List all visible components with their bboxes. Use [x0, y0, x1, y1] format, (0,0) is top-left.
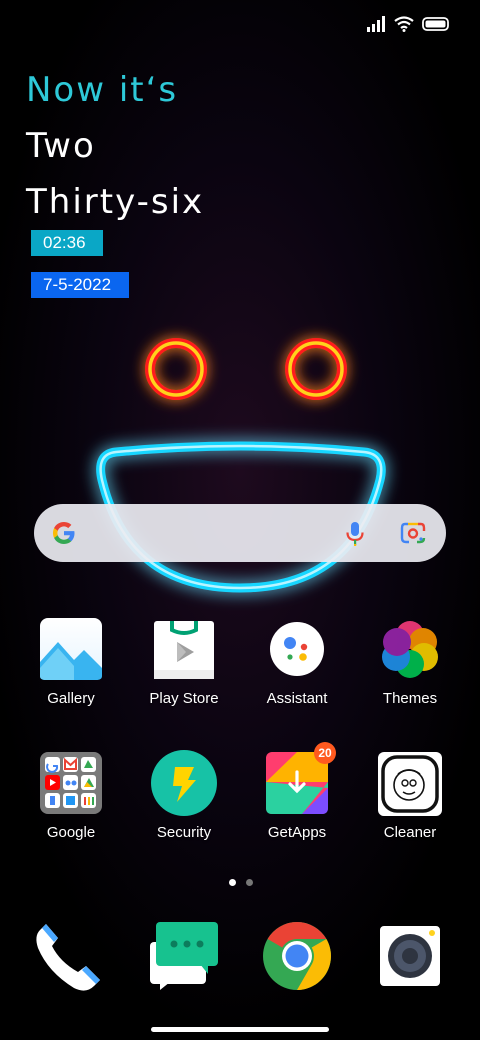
app-assistant[interactable]: Assistant [242, 618, 352, 707]
wifi-icon [394, 16, 414, 32]
widget-line-minute: Thirty-six [26, 182, 205, 222]
cleaner-icon [378, 752, 442, 816]
page-dot-2 [246, 879, 253, 886]
app-label: GetApps [267, 824, 327, 841]
notification-badge: 20 [314, 742, 336, 764]
app-label: Gallery [47, 690, 95, 707]
dock-phone[interactable] [30, 918, 106, 994]
app-getapps[interactable]: 20 GetApps [242, 742, 352, 841]
clock-widget[interactable]: Now it‘s Two Thirty-six 02:36 7-5-2022 [26, 62, 205, 298]
app-gallery[interactable]: Gallery [16, 618, 126, 707]
camera-icon [380, 926, 440, 986]
app-label: Themes [382, 690, 438, 707]
widget-line-hour: Two [26, 126, 96, 166]
app-label: Assistant [266, 690, 328, 707]
app-google-folder[interactable]: Google [16, 752, 126, 841]
messages-icon [150, 922, 218, 990]
assistant-icon [270, 622, 324, 676]
security-icon [151, 750, 217, 816]
microphone-icon[interactable] [344, 521, 366, 547]
status-bar [366, 16, 450, 32]
dock-chrome[interactable] [260, 918, 336, 994]
gallery-icon [40, 618, 102, 680]
dock-camera[interactable] [374, 918, 450, 994]
widget-line-now: Now it‘s [26, 70, 179, 110]
dock-messages[interactable] [148, 918, 224, 994]
app-label: Security [156, 824, 212, 841]
battery-icon [422, 17, 449, 31]
app-label: Cleaner [383, 824, 437, 841]
chrome-icon [263, 922, 331, 990]
home-indicator[interactable] [151, 1027, 329, 1032]
time-chip: 02:36 [31, 230, 103, 256]
app-label: Google [46, 824, 96, 841]
play-store-icon [154, 621, 214, 679]
page-indicator [229, 879, 253, 886]
app-label: Play Store [149, 690, 219, 707]
date-chip: 7-5-2022 [31, 272, 129, 298]
app-security[interactable]: Security [129, 750, 239, 841]
phone-icon [36, 924, 100, 991]
app-themes[interactable]: Themes [355, 618, 465, 707]
google-lens-icon[interactable] [400, 521, 426, 545]
signal-icon [367, 16, 385, 32]
google-search-bar[interactable] [34, 504, 446, 562]
google-logo-icon [53, 522, 75, 544]
app-play-store[interactable]: Play Store [129, 618, 239, 707]
themes-icon [382, 621, 438, 678]
page-dot-1 [229, 879, 236, 886]
google-folder-icon [40, 752, 102, 814]
app-cleaner[interactable]: Cleaner [355, 752, 465, 841]
